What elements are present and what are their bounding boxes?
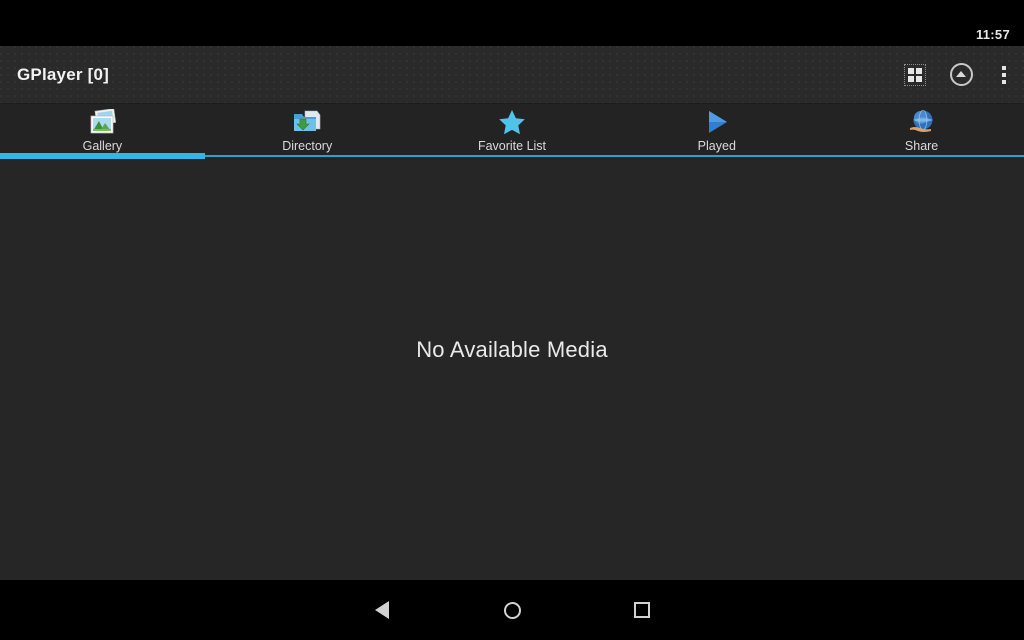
tab-label-directory: Directory [282, 139, 333, 153]
tab-played[interactable]: Played [614, 104, 819, 160]
empty-state-message: No Available Media [416, 337, 608, 362]
tab-directory[interactable]: Directory [205, 104, 410, 160]
tab-favorite-list[interactable]: Favorite List [410, 104, 615, 160]
tab-label-played: Played [697, 139, 736, 153]
star-icon [497, 107, 527, 137]
overflow-menu-icon [1002, 65, 1006, 84]
grid-view-button[interactable] [892, 46, 938, 104]
action-bar: GPlayer [0] [0, 46, 1024, 104]
home-circle-icon [503, 601, 521, 619]
app-title: GPlayer [0] [17, 64, 109, 84]
tab-bar: Gallery Directory Favorite List Played S… [0, 104, 1024, 160]
status-bar-clock: 11:57 [975, 27, 1010, 42]
folder-download-icon [291, 107, 323, 137]
tab-label-gallery: Gallery [82, 139, 123, 153]
overflow-menu-button[interactable] [984, 46, 1024, 104]
recents-square-icon [634, 602, 650, 618]
nav-home-button[interactable] [447, 580, 577, 640]
photos-icon [86, 107, 118, 137]
collapse-up-button[interactable] [938, 46, 984, 104]
media-content-area: No Available Media [0, 160, 1024, 580]
back-triangle-icon [375, 601, 389, 619]
action-bar-icons [892, 46, 1024, 103]
tab-gallery[interactable]: Gallery [0, 104, 205, 160]
tab-label-share: Share [904, 139, 939, 153]
system-navigation-bar [0, 580, 1024, 640]
collapse-up-icon [949, 63, 973, 86]
globe-hand-icon [907, 107, 937, 137]
android-screen: 11:57 GPlayer [0] Gallery Directory Favo… [0, 0, 1024, 640]
tab-share[interactable]: Share [819, 104, 1024, 160]
tab-selected-indicator [0, 153, 205, 159]
nav-back-button[interactable] [317, 580, 447, 640]
status-bar: 11:57 [0, 0, 1024, 46]
play-triangle-icon [703, 107, 731, 137]
tab-label-favorite-list: Favorite List [477, 139, 547, 153]
nav-recents-button[interactable] [577, 580, 707, 640]
grid-view-icon [904, 63, 926, 86]
